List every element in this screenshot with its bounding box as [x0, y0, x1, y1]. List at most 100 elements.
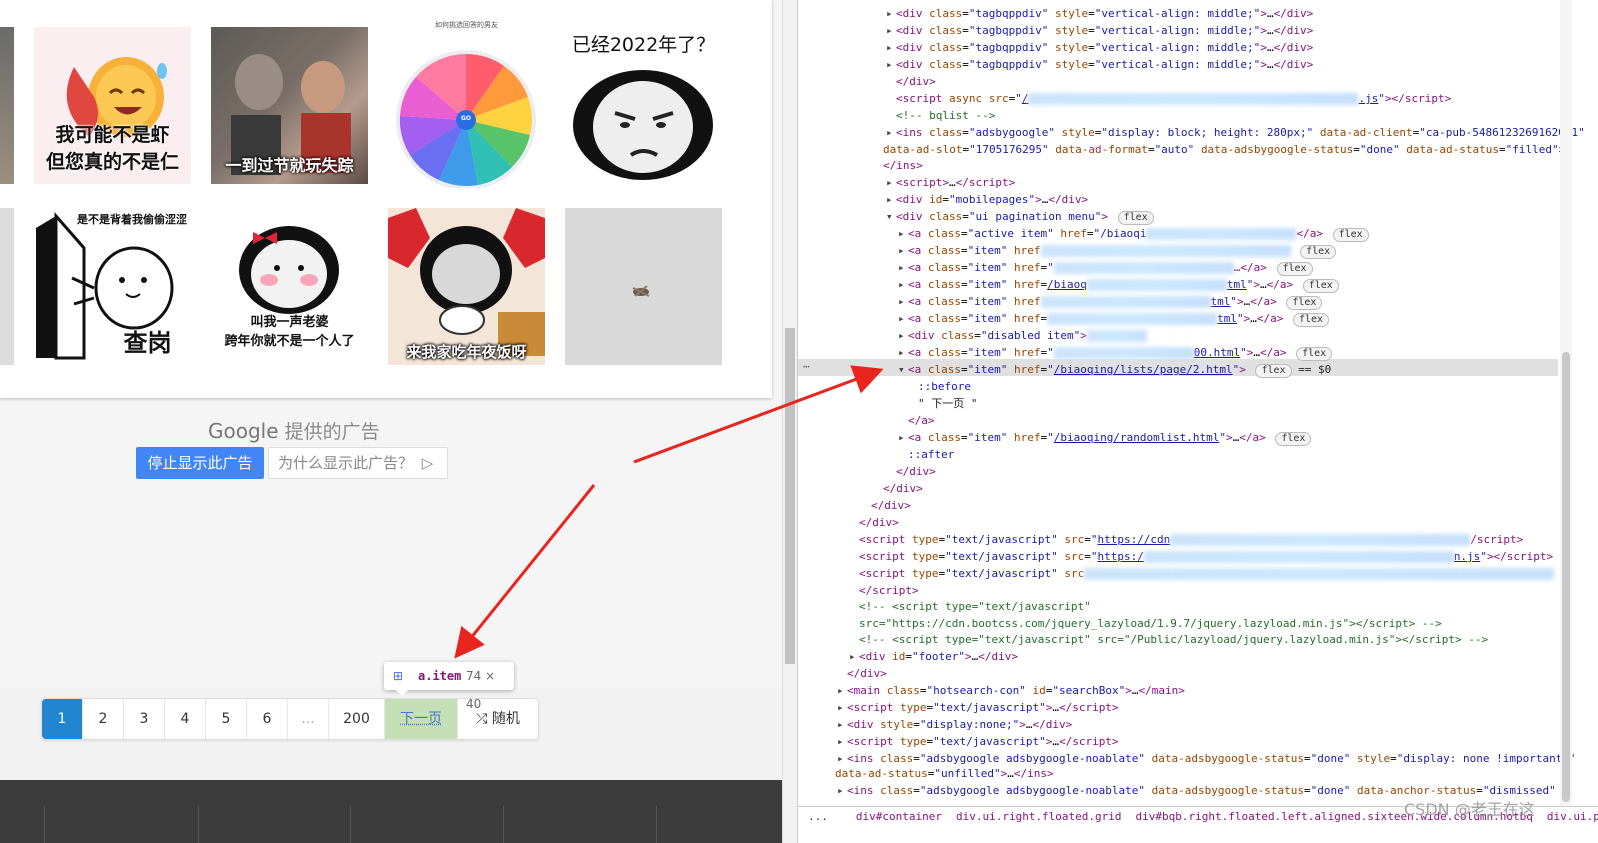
- dom-node-line[interactable]: ▾ <div class="ui pagination menu"> flex: [886, 208, 1154, 225]
- dom-node-line[interactable]: <!-- <script type="text/javascript" src=…: [849, 631, 1488, 648]
- dom-node-line[interactable]: ▸ <a class="item" href tml">…</a> flex: [898, 293, 1323, 310]
- collapsed-triangle-icon[interactable]: ▸: [886, 5, 896, 22]
- next-page-link[interactable]: 下一页: [385, 699, 458, 739]
- dom-node-line[interactable]: </div>: [886, 73, 936, 90]
- dom-node-line[interactable]: </div>: [886, 463, 936, 480]
- dom-node-text: " 下一页 ": [918, 397, 978, 410]
- dom-node-line[interactable]: ▸ <a class="item" href="/biaoqing/randoml…: [898, 429, 1312, 446]
- collapsed-triangle-icon[interactable]: ▸: [898, 327, 908, 344]
- dom-node-line[interactable]: </div>: [873, 480, 923, 497]
- page-item-6[interactable]: 6: [247, 699, 288, 739]
- dom-node-line[interactable]: ▾ <a class="item" href="/biaoqing/lists/p…: [898, 361, 1331, 378]
- dom-node-line[interactable]: data-ad-status="unfilled">…</ins>: [825, 765, 1054, 782]
- dom-node-line[interactable]: ▸ <a class="item" href flex: [898, 242, 1337, 259]
- meme-thumb-partial[interactable]: [0, 27, 14, 184]
- page-item-1[interactable]: 1: [42, 699, 83, 739]
- dom-node-line[interactable]: src="https://cdn.bootcss.com/jquery_lazy…: [849, 615, 1442, 632]
- dom-node-line[interactable]: ▸ <div class="tagbqppdiv" style="vertical…: [886, 39, 1313, 56]
- dom-node-line[interactable]: </div>: [837, 665, 887, 682]
- collapsed-triangle-icon[interactable]: ▸: [898, 310, 908, 327]
- meme-thumb-checkpost[interactable]: 是不是背着我偷偷涩涩 查岗: [34, 208, 191, 365]
- collapsed-triangle-icon[interactable]: ▸: [837, 682, 847, 699]
- expanded-triangle-icon[interactable]: ▾: [886, 208, 896, 225]
- dom-node-line[interactable]: <script type="text/javascript" src="http…: [849, 548, 1553, 565]
- more-options-icon[interactable]: ⋯: [803, 360, 810, 373]
- dom-node-line[interactable]: ▸ <div class="disabled item">: [898, 327, 1147, 344]
- dom-node-line[interactable]: ::before: [908, 378, 971, 395]
- meme-thumb-loading[interactable]: [565, 208, 722, 365]
- dom-node-line[interactable]: </script>: [849, 582, 919, 599]
- collapsed-triangle-icon[interactable]: ▸: [898, 259, 908, 276]
- collapsed-triangle-icon[interactable]: ▸: [837, 733, 847, 750]
- breadcrumb-item[interactable]: div#container: [856, 810, 942, 823]
- collapsed-triangle-icon[interactable]: ▸: [898, 344, 908, 361]
- collapsed-triangle-icon[interactable]: ▸: [849, 648, 859, 665]
- dom-node-line[interactable]: ▸ <script type="text/javascript">…</scrip…: [837, 699, 1119, 716]
- meme-thumb-grandma[interactable]: 一到过节就玩失踪: [211, 27, 368, 184]
- dom-node-line[interactable]: ▸ <div style="display:none;">…</div>: [837, 716, 1072, 733]
- dom-node-line[interactable]: ▸ <a class="item" href= tml">…</a> flex: [898, 310, 1330, 327]
- collapsed-triangle-icon[interactable]: ▸: [837, 716, 847, 733]
- dom-node-line[interactable]: ▸ <main class="hotsearch-con" id="searchB…: [837, 682, 1185, 699]
- dom-node-line[interactable]: ▸ <div id="footer">…</div>: [849, 648, 1018, 665]
- collapsed-triangle-icon[interactable]: ▸: [886, 124, 896, 141]
- devtools-scrollbar[interactable]: [1560, 0, 1572, 808]
- page-item-3[interactable]: 3: [124, 699, 165, 739]
- dom-node-line[interactable]: ▸ <script type="text/javascript">…</scrip…: [837, 733, 1119, 750]
- collapsed-triangle-icon[interactable]: ▸: [837, 782, 847, 799]
- dom-node-line[interactable]: ▸ <ins class="adsbygoogle" style="display…: [886, 124, 1585, 141]
- collapsed-triangle-icon[interactable]: ▸: [898, 225, 908, 242]
- dom-node-line[interactable]: ▸ <a class="active item" href="/biaoqi </a…: [898, 225, 1369, 242]
- dom-node-line[interactable]: <script type="text/javascript" src="http…: [849, 531, 1523, 548]
- meme-thumb-wheel[interactable]: 如何挑选回答的男友 GO: [388, 18, 545, 188]
- dom-node-line[interactable]: <!-- <script type="text/javascript": [849, 598, 1091, 615]
- page-item-200[interactable]: 200: [329, 699, 385, 739]
- dom-node-line[interactable]: ▸ <script>…</script>: [886, 174, 1015, 191]
- dom-node-line[interactable]: </div>: [861, 497, 911, 514]
- expanded-triangle-icon[interactable]: ▾: [898, 361, 908, 378]
- dom-node-line[interactable]: ▸ <a class="item" href=" 00.html">…</a> fl…: [898, 344, 1333, 361]
- collapsed-triangle-icon[interactable]: ▸: [898, 293, 908, 310]
- page-scrollbar-thumb[interactable]: [785, 328, 795, 664]
- meme-thumb-panda[interactable]: 已经2022年了？: [565, 27, 722, 184]
- dom-node-line[interactable]: <script type="text/javascript" src: [849, 565, 1555, 582]
- meme-thumb-wife[interactable]: 叫我一声老婆 跨年你就不是一个人了: [211, 208, 368, 365]
- collapsed-triangle-icon[interactable]: ▸: [886, 39, 896, 56]
- meme-thumb-newyear[interactable]: 来我家吃年夜饭呀: [388, 208, 545, 365]
- dom-node-line[interactable]: ▸ <a class="item" href=/biaoq tml">…</a> f…: [898, 276, 1339, 293]
- collapsed-triangle-icon[interactable]: ▸: [886, 174, 896, 191]
- collapsed-triangle-icon[interactable]: ▸: [898, 242, 908, 259]
- dom-node-line[interactable]: </ins>: [873, 157, 923, 174]
- collapsed-triangle-icon[interactable]: ▸: [898, 429, 908, 446]
- why-this-ad-button[interactable]: 为什么显示此广告？ ▷: [268, 447, 448, 479]
- breadcrumb-item[interactable]: div.ui.pagination.menu: [1547, 810, 1598, 823]
- dom-node-line[interactable]: </a>: [898, 412, 935, 429]
- page-item-2[interactable]: 2: [83, 699, 124, 739]
- dom-node-line[interactable]: " 下一页 ": [908, 395, 978, 412]
- page-item-5[interactable]: 5: [206, 699, 247, 739]
- breadcrumb-ellipsis[interactable]: ...: [808, 810, 828, 823]
- collapsed-triangle-icon[interactable]: ▸: [886, 22, 896, 39]
- dom-node-line[interactable]: ▸ <div class="tagbqppdiv" style="vertical…: [886, 5, 1313, 22]
- breadcrumb-item[interactable]: div.ui.right.floated.grid: [956, 810, 1122, 823]
- dom-node-line[interactable]: <!-- bqlist -->: [886, 107, 995, 124]
- dom-node-line[interactable]: data-ad-slot="1705176295" data-ad-format…: [873, 141, 1565, 158]
- dom-node-line[interactable]: ▸ <div class="tagbqppdiv" style="vertical…: [886, 56, 1313, 73]
- collapsed-triangle-icon[interactable]: ▸: [886, 56, 896, 73]
- dom-node-line[interactable]: ▸ <a class="item" href=" …</a> flex: [898, 259, 1313, 276]
- dom-node-line[interactable]: ::after: [898, 446, 954, 463]
- dom-node-line[interactable]: <script async src="/.js"></script>: [886, 90, 1451, 107]
- meme-thumb-shrimp[interactable]: 我可能不是虾 但您真的不是仁: [34, 27, 191, 184]
- collapsed-triangle-icon[interactable]: ▸: [837, 699, 847, 716]
- stop-showing-ad-button[interactable]: 停止显示此广告: [136, 447, 264, 479]
- dom-node-line[interactable]: </div>: [849, 514, 899, 531]
- meme-thumb-partial[interactable]: [0, 208, 14, 365]
- collapsed-triangle-icon[interactable]: ▸: [886, 191, 896, 208]
- dom-node-line[interactable]: ▸ <div id="mobilepages">…</div>: [886, 191, 1088, 208]
- dom-node-line[interactable]: ▸ <div class="tagbqppdiv" style="vertical…: [886, 22, 1313, 39]
- page-item-4[interactable]: 4: [165, 699, 206, 739]
- devtools-scrollbar-thumb[interactable]: [1562, 352, 1570, 802]
- spin-wheel-illustration: [396, 50, 536, 188]
- page-scrollbar[interactable]: [782, 0, 797, 843]
- collapsed-triangle-icon[interactable]: ▸: [898, 276, 908, 293]
